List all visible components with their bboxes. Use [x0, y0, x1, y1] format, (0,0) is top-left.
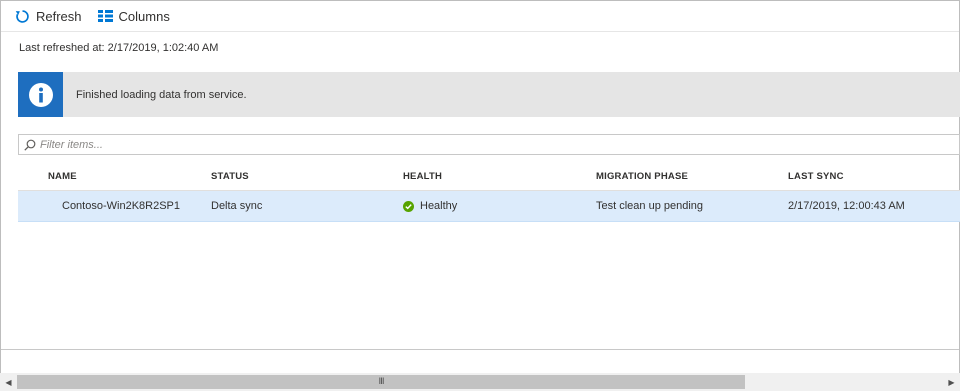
column-header-migration-phase[interactable]: MIGRATION PHASE [596, 171, 788, 182]
cell-migration-phase: Test clean up pending [596, 200, 704, 212]
column-header-status[interactable]: STATUS [211, 171, 403, 182]
cell-last-sync: 2/17/2019, 12:00:43 AM [788, 200, 905, 212]
content-bottom-border [1, 349, 959, 350]
column-header-last-sync[interactable]: LAST SYNC [788, 171, 960, 182]
refresh-button[interactable]: Refresh [15, 9, 82, 24]
filter-box[interactable] [18, 134, 960, 155]
cell-name: Contoso-Win2K8R2SP1 [62, 200, 181, 212]
scroll-right-arrow-icon[interactable]: ▶ [943, 373, 960, 391]
info-banner: Finished loading data from service. [18, 72, 960, 117]
last-refreshed-text: Last refreshed at: 2/17/2019, 1:02:40 AM [19, 42, 219, 54]
health-label: Healthy [420, 200, 458, 212]
scrollbar-thumb[interactable]: III [17, 375, 745, 389]
check-circle-icon [403, 200, 414, 212]
banner-message: Finished loading data from service. [76, 88, 247, 101]
columns-label: Columns [118, 8, 170, 24]
columns-button[interactable]: Columns [97, 8, 170, 24]
refresh-label: Refresh [36, 8, 82, 24]
table-header: NAME STATUS HEALTH MIGRATION PHASE LAST … [18, 162, 960, 191]
toolbar-divider [1, 31, 959, 32]
scroll-left-arrow-icon[interactable]: ◀ [0, 373, 17, 391]
filter-input[interactable] [40, 138, 920, 151]
columns-icon [97, 10, 113, 22]
table-row[interactable]: Contoso-Win2K8R2SP1 Delta sync Healthy T… [18, 191, 960, 222]
servers-table: NAME STATUS HEALTH MIGRATION PHASE LAST … [18, 162, 960, 222]
scrollbar-grip: III [378, 377, 385, 387]
cell-health: Healthy [403, 200, 596, 212]
toolbar: Refresh Columns [15, 6, 170, 26]
info-icon [18, 72, 63, 117]
search-icon [24, 139, 36, 151]
horizontal-scrollbar[interactable]: ◀ III ▶ [0, 373, 960, 391]
column-header-name[interactable]: NAME [18, 171, 211, 182]
refresh-icon [15, 9, 30, 24]
cell-status: Delta sync [211, 200, 263, 212]
column-header-health[interactable]: HEALTH [403, 171, 596, 182]
